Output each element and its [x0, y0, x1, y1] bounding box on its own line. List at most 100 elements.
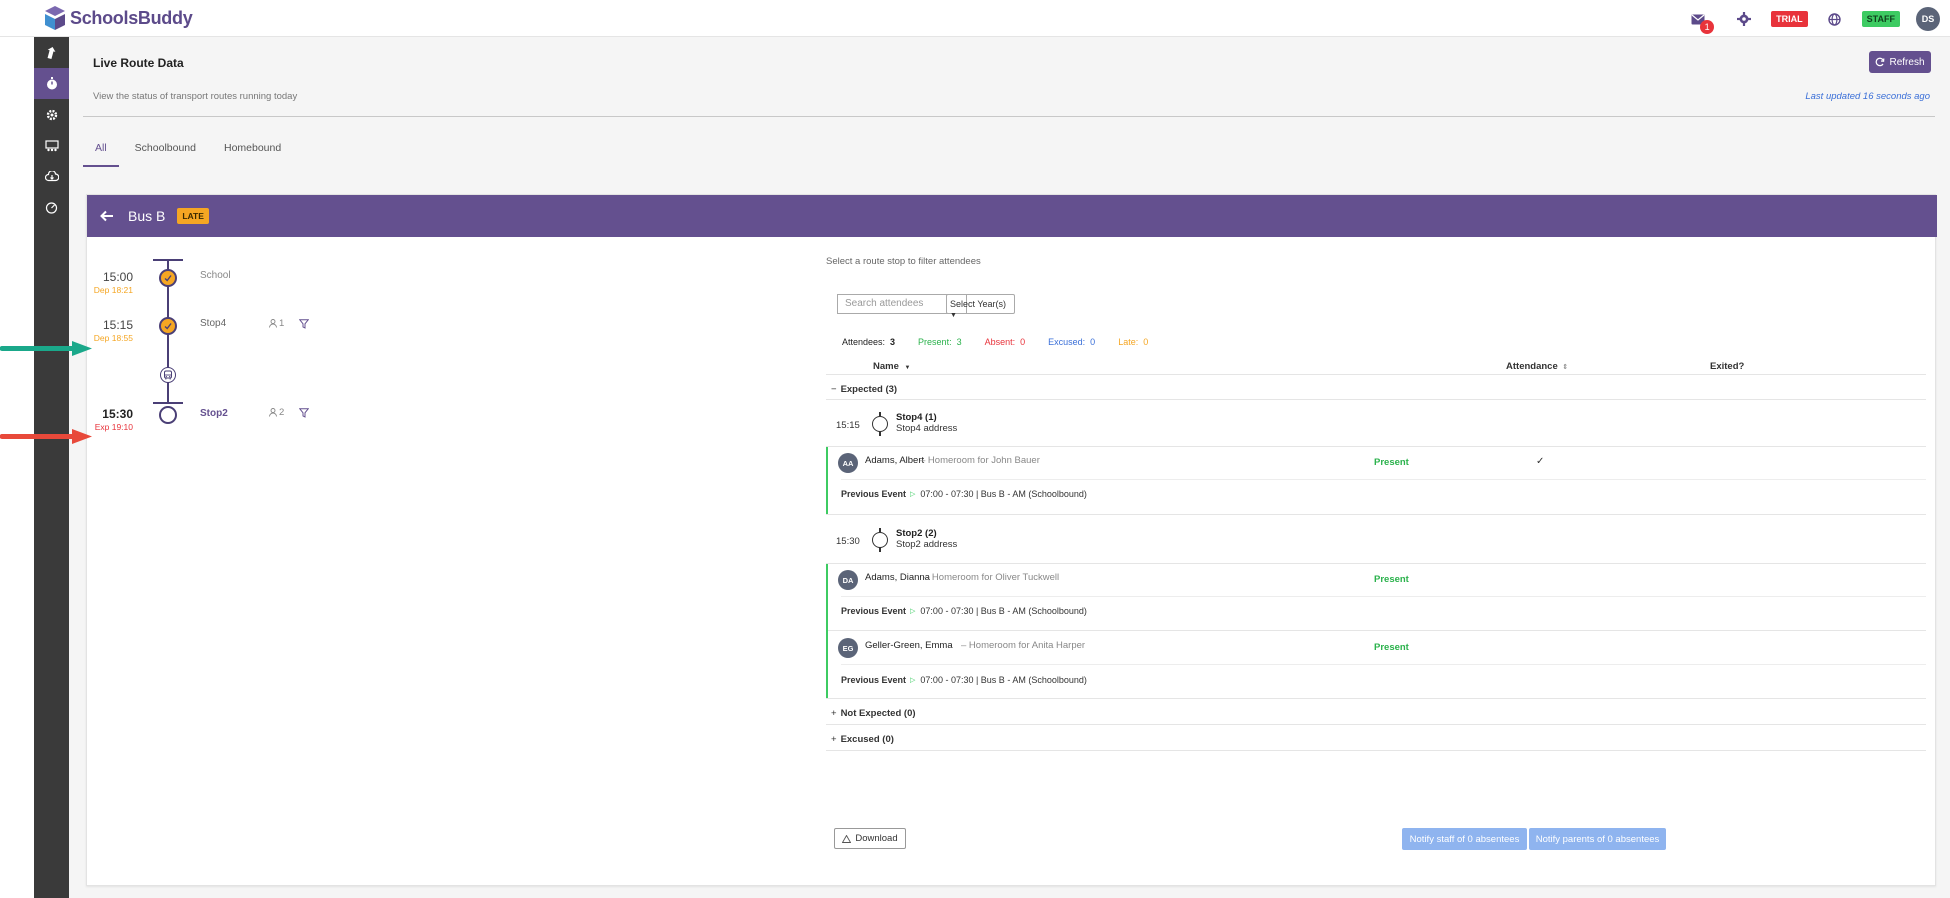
notify-staff-button[interactable]: Notify staff of 0 absentees [1402, 828, 1527, 850]
student-name[interactable]: Adams, Albert [865, 455, 924, 466]
stop-name[interactable]: Stop4 [200, 318, 226, 329]
divider [841, 596, 1926, 597]
cloud-download-icon [44, 171, 59, 182]
user-avatar[interactable]: DS [1916, 7, 1940, 31]
student-group: DA Adams, Dianna – Homeroom for Oliver T… [826, 564, 1926, 698]
column-name-header[interactable]: Name ▼ [873, 361, 910, 372]
group-excused[interactable]: + Excused (0) [831, 734, 894, 745]
app-name: SchoolsBuddy [70, 7, 193, 28]
absent-count: 0 [1020, 337, 1026, 347]
tab-schoolbound[interactable]: Schoolbound [123, 133, 208, 167]
sidebar-item-redirect[interactable] [34, 37, 69, 68]
late-count: 0 [1143, 337, 1149, 347]
globe-icon[interactable] [1826, 10, 1844, 28]
collapse-icon: − [831, 384, 837, 395]
exited-check-icon: ✓ [1536, 456, 1545, 467]
divider [826, 399, 1926, 400]
present-label: Present: [918, 337, 952, 347]
stop-attendee-count: 1 [269, 318, 284, 329]
attendees-label: Attendees: [842, 337, 886, 347]
excused-label: Excused: [1048, 337, 1086, 347]
column-exited-header: Exited? [1710, 361, 1745, 372]
refresh-label: Refresh [1889, 56, 1925, 68]
tab-homebound[interactable]: Homebound [212, 133, 293, 167]
filter-icon[interactable] [299, 408, 309, 418]
sort-icon: ⇕ [1562, 364, 1569, 371]
attendance-summary: Attendees: 3 Present: 3 Absent: 0 Excused: 0… [842, 337, 1171, 347]
attendance-status[interactable]: Present [1374, 574, 1409, 585]
divider [826, 514, 1926, 515]
sidebar-item-cloud-download[interactable] [34, 161, 69, 192]
late-status-badge: LATE [177, 208, 209, 224]
stop-marker-icon [872, 528, 888, 552]
stop-row-address: Stop4 address [896, 423, 958, 434]
year-select-dropdown[interactable]: Select Year(s) ▼ [946, 294, 1015, 319]
sort-desc-icon: ▼ [904, 365, 911, 371]
stop-row-time: 15:15 [836, 420, 860, 431]
stop-name[interactable]: School [200, 270, 231, 281]
previous-event-details: 07:00 - 07:30 | Bus B - AM (Schoolbound) [920, 606, 1087, 616]
excused-count: 0 [1090, 337, 1096, 347]
stop-row-address: Stop2 address [896, 539, 958, 550]
group-excused-label: Excused (0) [840, 734, 894, 745]
attendance-status[interactable]: Present [1374, 642, 1409, 653]
filter-hint: Select a route stop to filter attendees [826, 256, 981, 267]
stop-row-name: Stop2 (2) [896, 528, 937, 539]
stop-time: 15:15 [102, 318, 133, 332]
divider [826, 374, 1926, 375]
divider [826, 750, 1926, 751]
stop-node-school[interactable] [159, 269, 177, 287]
column-attendance-header[interactable]: Attendance ⇕ [1506, 361, 1568, 372]
student-homeroom: – Homeroom for Oliver Tuckwell [924, 572, 1060, 583]
attendees-count: 3 [890, 337, 896, 347]
cog-icon [46, 109, 57, 120]
gear-icon[interactable] [1735, 10, 1753, 28]
main-content: Live Route Data View the status of trans… [69, 37, 1950, 898]
stop-marker-icon [872, 412, 888, 436]
late-label: Late: [1118, 337, 1139, 347]
sidebar-item-settings[interactable] [34, 99, 69, 130]
back-arrow-icon[interactable] [100, 207, 118, 225]
last-updated-text: Last updated 16 seconds ago [1805, 91, 1930, 102]
previous-event-label: Previous Event [841, 489, 907, 499]
student-homeroom: – Homeroom for Anita Harper [961, 640, 1086, 651]
column-attendance-label: Attendance [1506, 361, 1558, 372]
student-name[interactable]: Adams, Dianna [865, 572, 930, 583]
expand-icon: + [831, 708, 837, 719]
download-button[interactable]: Download [834, 828, 906, 849]
stop-name[interactable]: Stop2 [200, 408, 228, 419]
present-count: 3 [956, 337, 962, 347]
sidebar-item-reports[interactable] [34, 192, 69, 223]
stop-departure: Dep 18:21 [93, 285, 133, 295]
arrow-up-icon [47, 46, 55, 59]
group-expected-label: Expected (3) [840, 384, 898, 395]
route-card: Bus B LATE 15:00 Dep 18:21 School 15:15 … [86, 194, 1937, 887]
route-timeline: 15:00 Dep 18:21 School 15:15 Dep 18:55 S… [87, 237, 787, 887]
route-header: Bus B LATE [87, 195, 1937, 237]
sidebar-item-live-routes[interactable] [34, 68, 69, 99]
sidebar-item-classroom[interactable] [34, 130, 69, 161]
previous-event-label: Previous Event [841, 606, 907, 616]
page-subtitle: View the status of transport routes runn… [93, 91, 298, 102]
app-logo[interactable]: SchoolsBuddy [44, 4, 193, 32]
notify-parents-button[interactable]: Notify parents of 0 absentees [1529, 828, 1666, 850]
expand-icon: + [831, 734, 837, 745]
refresh-button[interactable]: Refresh [1869, 51, 1931, 73]
refresh-icon [1876, 57, 1885, 67]
route-tabs: All Schoolbound Homebound [83, 133, 297, 167]
stop-node-stop2[interactable] [159, 406, 177, 424]
download-label: Download [855, 833, 898, 844]
student-row[interactable]: AA Adams, Albert – Homeroom for John Bau… [826, 447, 1926, 514]
group-not-expected[interactable]: + Not Expected (0) [831, 708, 916, 719]
group-expected[interactable]: − Expected (3) [831, 384, 897, 395]
tab-all[interactable]: All [83, 133, 119, 167]
stop-node-stop4[interactable] [159, 317, 177, 335]
filter-icon[interactable] [299, 319, 309, 329]
mail-icon[interactable]: 1 [1689, 10, 1715, 34]
column-name-label: Name [873, 361, 899, 372]
student-name[interactable]: Geller-Green, Emma [865, 640, 953, 651]
logo-icon [44, 5, 66, 31]
attendance-status[interactable]: Present [1374, 457, 1409, 468]
person-icon [269, 408, 277, 417]
stop-row-time: 15:30 [836, 536, 860, 547]
